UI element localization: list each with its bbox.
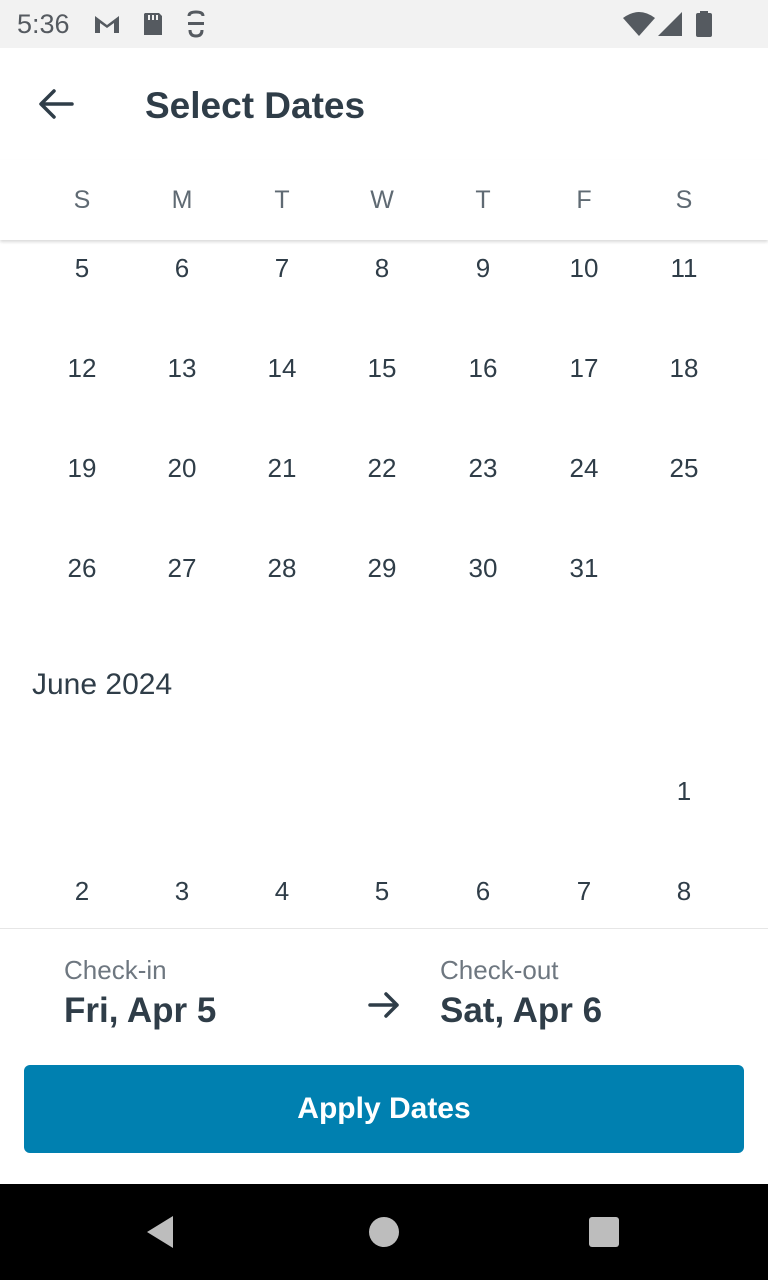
date-summary-panel: Check-in Fri, Apr 5 Check-out Sat, Apr 6… bbox=[0, 928, 768, 1185]
checkin-value: Fri, Apr 5 bbox=[64, 991, 217, 1030]
calendar-day[interactable]: 16 bbox=[448, 338, 518, 398]
calendar-day[interactable]: 26 bbox=[47, 538, 117, 598]
calendar-day[interactable]: 18 bbox=[649, 338, 719, 398]
checkout-label: Check-out bbox=[440, 955, 559, 985]
calendar-day[interactable]: 23 bbox=[448, 438, 518, 498]
weekday-sun: S bbox=[73, 186, 91, 214]
nav-recents-button[interactable] bbox=[572, 1200, 636, 1264]
calendar-day[interactable]: 5 bbox=[47, 240, 117, 298]
weekday-fri: F bbox=[576, 186, 592, 214]
app-bar: Select Dates bbox=[0, 48, 768, 160]
calendar-day[interactable]: 24 bbox=[549, 438, 619, 498]
weekday-sat: S bbox=[675, 186, 693, 214]
calendar-day[interactable]: 6 bbox=[448, 861, 518, 921]
calendar-day[interactable]: 10 bbox=[549, 240, 619, 298]
weekday-thu: T bbox=[475, 186, 491, 214]
calendar-day[interactable]: 1 bbox=[649, 761, 719, 821]
nav-back-button[interactable] bbox=[128, 1200, 192, 1264]
calendar-day[interactable]: 7 bbox=[549, 861, 619, 921]
calendar-day[interactable]: 15 bbox=[347, 338, 417, 398]
back-button[interactable] bbox=[22, 72, 90, 136]
calendar-day[interactable]: 25 bbox=[649, 438, 719, 498]
calendar-day[interactable]: 20 bbox=[147, 438, 217, 498]
calendar-day[interactable]: 21 bbox=[247, 438, 317, 498]
calendar-day[interactable]: 2 bbox=[47, 861, 117, 921]
back-triangle-icon bbox=[147, 1216, 173, 1248]
checkin-label: Check-in bbox=[64, 955, 167, 985]
weekday-mon: M bbox=[171, 186, 193, 214]
gmail-icon bbox=[95, 16, 119, 33]
calendar-day[interactable]: 5 bbox=[347, 861, 417, 921]
calendar-day[interactable]: 30 bbox=[448, 538, 518, 598]
weekday-header: S M T W T F S bbox=[0, 160, 768, 240]
calendar-day[interactable]: 19 bbox=[47, 438, 117, 498]
battery-icon bbox=[696, 11, 712, 37]
signal-icon bbox=[658, 12, 682, 36]
weekday-wed: W bbox=[370, 186, 394, 214]
calendar-day[interactable]: 29 bbox=[347, 538, 417, 598]
calendar-day[interactable]: 22 bbox=[347, 438, 417, 498]
nav-home-button[interactable] bbox=[352, 1200, 416, 1264]
calendar-day[interactable]: 8 bbox=[649, 861, 719, 921]
calendar-day[interactable]: 9 bbox=[448, 240, 518, 298]
calendar-grid[interactable]: 5 6 7 8 9 10 11 12 13 14 15 16 17 18 19 … bbox=[0, 240, 768, 928]
right-arrow-icon bbox=[368, 992, 399, 1018]
calendar-day[interactable]: 28 bbox=[247, 538, 317, 598]
calendar-day[interactable]: 7 bbox=[247, 240, 317, 298]
weekday-tue: T bbox=[274, 186, 290, 214]
calendar-day[interactable]: 12 bbox=[47, 338, 117, 398]
apply-dates-button[interactable]: Apply Dates bbox=[24, 1065, 744, 1153]
checkout-value: Sat, Apr 6 bbox=[440, 991, 603, 1030]
calendar-day[interactable]: 27 bbox=[147, 538, 217, 598]
wifi-icon bbox=[623, 12, 655, 36]
calendar-day[interactable]: 3 bbox=[147, 861, 217, 921]
calendar-day[interactable]: 4 bbox=[247, 861, 317, 921]
recents-square-icon bbox=[589, 1217, 619, 1247]
status-bar: 5:36 bbox=[0, 0, 768, 48]
calendar-day[interactable]: 11 bbox=[649, 240, 719, 298]
calendar-day[interactable]: 17 bbox=[549, 338, 619, 398]
sd-card-icon bbox=[144, 13, 162, 35]
calendar-day[interactable]: 31 bbox=[549, 538, 619, 598]
calendar-day[interactable]: 13 bbox=[147, 338, 217, 398]
system-nav-bar bbox=[0, 1184, 768, 1280]
status-time: 5:36 bbox=[17, 9, 70, 39]
vpn-key-icon bbox=[187, 10, 205, 38]
home-circle-icon bbox=[369, 1217, 399, 1247]
back-arrow-icon bbox=[39, 89, 74, 119]
calendar-day[interactable]: 8 bbox=[347, 240, 417, 298]
page-title: Select Dates bbox=[145, 85, 366, 126]
calendar-day[interactable]: 14 bbox=[247, 338, 317, 398]
month-label-june: June 2024 bbox=[32, 668, 173, 701]
calendar-day[interactable]: 6 bbox=[147, 240, 217, 298]
